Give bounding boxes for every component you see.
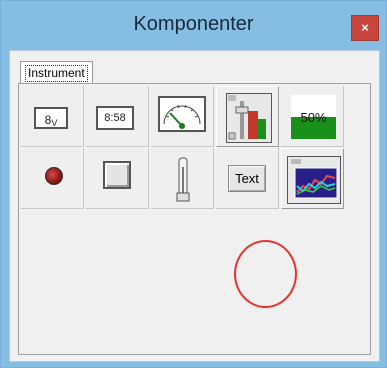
- highlight-circle: [234, 240, 297, 308]
- tool-digital-clock[interactable]: 8:58: [86, 86, 149, 147]
- tool-push-button[interactable]: [86, 148, 149, 209]
- bar-indicator-icon: 50%: [291, 95, 336, 139]
- digital-display-icon: 8V: [34, 107, 68, 129]
- tool-bar-indicator[interactable]: 50%: [281, 86, 344, 147]
- tool-text-label[interactable]: Text: [216, 148, 279, 209]
- slider-icon: [226, 93, 272, 143]
- button-icon: [103, 161, 131, 189]
- bar-percent-label: 50%: [300, 110, 327, 125]
- title-bar[interactable]: Komponenter ×: [1, 1, 386, 49]
- close-button[interactable]: ×: [351, 15, 379, 41]
- component-palette: 8V 8:58 50% Text: [18, 83, 371, 355]
- text-label-icon: Text: [228, 165, 266, 192]
- tool-digital-display[interactable]: 8V: [21, 86, 84, 147]
- thermometer-icon: [176, 157, 190, 202]
- tool-slider[interactable]: [216, 86, 279, 147]
- tab-instrument[interactable]: Instrument: [20, 61, 93, 84]
- graph-icon: [287, 156, 341, 204]
- tool-analog-gauge[interactable]: [151, 86, 214, 147]
- clock-display-icon: 8:58: [96, 106, 134, 130]
- tool-graph[interactable]: [281, 148, 344, 209]
- window: Komponenter × Instrument 8V 8:58 50% Tex…: [0, 0, 387, 368]
- led-icon: [45, 167, 63, 185]
- client-area: Instrument 8V 8:58 50% Text: [9, 50, 380, 362]
- gauge-icon: [158, 96, 206, 132]
- window-title: Komponenter: [133, 13, 254, 35]
- tool-thermometer[interactable]: [151, 148, 214, 209]
- tool-led[interactable]: [21, 148, 84, 209]
- tab-label: Instrument: [25, 65, 88, 82]
